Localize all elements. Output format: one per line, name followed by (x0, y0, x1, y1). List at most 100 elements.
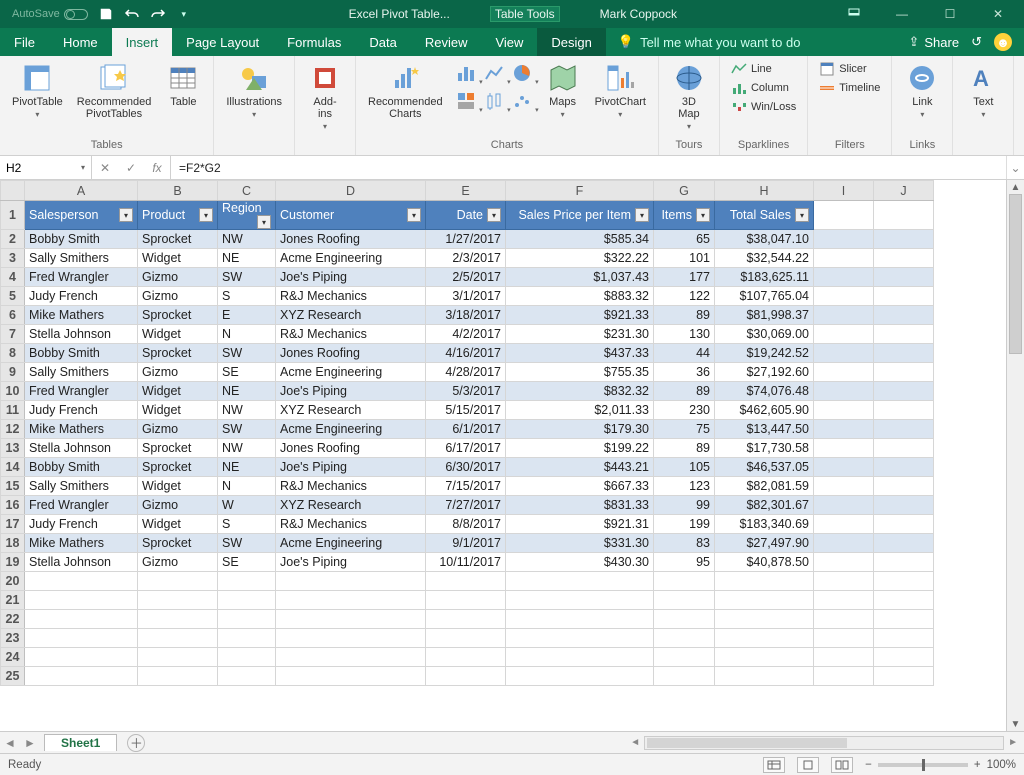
empty-cell[interactable] (276, 629, 426, 648)
column-header[interactable]: E (426, 181, 506, 201)
filter-dropdown-icon[interactable]: ▾ (257, 215, 271, 229)
empty-cell[interactable] (654, 610, 715, 629)
maps-button[interactable]: Maps▾ (541, 60, 585, 121)
empty-cell[interactable] (814, 610, 874, 629)
data-cell[interactable]: Joe's Piping (276, 382, 426, 401)
table-button[interactable]: Table (161, 60, 205, 110)
pie-chart-icon[interactable]: ▾ (509, 60, 535, 86)
data-cell[interactable]: Sprocket (138, 458, 218, 477)
data-cell[interactable]: 5/3/2017 (426, 382, 506, 401)
empty-cell[interactable] (426, 648, 506, 667)
data-cell[interactable]: NW (218, 439, 276, 458)
empty-cell[interactable] (218, 629, 276, 648)
data-cell[interactable]: R&J Mechanics (276, 287, 426, 306)
data-cell[interactable]: Sprocket (138, 534, 218, 553)
row-header[interactable]: 7 (1, 325, 25, 344)
vertical-scrollbar[interactable]: ▲▼ (1006, 180, 1024, 731)
data-cell[interactable]: Sprocket (138, 344, 218, 363)
tab-data[interactable]: Data (355, 28, 410, 56)
data-cell[interactable]: $832.32 (506, 382, 654, 401)
empty-cell[interactable] (874, 591, 934, 610)
empty-cell[interactable] (654, 629, 715, 648)
share-button[interactable]: ⇪Share (908, 34, 959, 50)
3d-map-button[interactable]: 3D Map▾ (667, 60, 711, 133)
text-button[interactable]: A Text▾ (961, 60, 1005, 121)
empty-cell[interactable] (218, 667, 276, 686)
tab-design[interactable]: Design (537, 28, 605, 56)
data-cell[interactable]: Fred Wrangler (25, 268, 138, 287)
data-cell[interactable]: $430.30 (506, 553, 654, 572)
data-cell[interactable]: $199.22 (506, 439, 654, 458)
tab-home[interactable]: Home (49, 28, 112, 56)
data-cell[interactable]: 3/18/2017 (426, 306, 506, 325)
sheet-nav-prev-icon[interactable]: ◄ (0, 736, 20, 750)
data-cell[interactable]: NW (218, 401, 276, 420)
data-cell[interactable]: Gizmo (138, 553, 218, 572)
empty-cell[interactable] (654, 591, 715, 610)
expand-formula-bar-icon[interactable]: ⌄ (1006, 156, 1024, 179)
data-cell[interactable]: $462,605.90 (715, 401, 814, 420)
data-cell[interactable]: $585.34 (506, 230, 654, 249)
data-cell[interactable]: 8/8/2017 (426, 515, 506, 534)
empty-cell[interactable] (715, 572, 814, 591)
data-cell[interactable]: Acme Engineering (276, 420, 426, 439)
data-cell[interactable]: $81,998.37 (715, 306, 814, 325)
empty-cell[interactable] (276, 648, 426, 667)
link-button[interactable]: Link▾ (900, 60, 944, 121)
empty-cell[interactable] (25, 667, 138, 686)
enter-formula-icon[interactable]: ✓ (118, 161, 144, 175)
data-cell[interactable]: 122 (654, 287, 715, 306)
zoom-level[interactable]: 100% (987, 759, 1016, 771)
ribbon-options-icon[interactable] (834, 0, 874, 28)
data-cell[interactable]: Gizmo (138, 268, 218, 287)
new-sheet-button[interactable]: ＋ (127, 734, 145, 752)
pivottable-button[interactable]: PivotTable▾ (8, 60, 67, 121)
data-cell[interactable]: R&J Mechanics (276, 477, 426, 496)
line-chart-icon[interactable]: ▾ (481, 60, 507, 86)
empty-cell[interactable] (814, 629, 874, 648)
data-cell[interactable]: XYZ Research (276, 496, 426, 515)
data-cell[interactable]: 105 (654, 458, 715, 477)
data-cell[interactable]: Sally Smithers (25, 249, 138, 268)
tab-review[interactable]: Review (411, 28, 482, 56)
row-header[interactable]: 4 (1, 268, 25, 287)
sheet-tab[interactable]: Sheet1 (44, 734, 117, 751)
close-icon[interactable]: ✕ (978, 0, 1018, 28)
data-cell[interactable]: 230 (654, 401, 715, 420)
row-header[interactable]: 8 (1, 344, 25, 363)
empty-cell[interactable] (426, 572, 506, 591)
formula-input[interactable]: =F2*G2 (171, 156, 1006, 179)
empty-cell[interactable] (814, 648, 874, 667)
column-header[interactable]: B (138, 181, 218, 201)
empty-cell[interactable] (25, 648, 138, 667)
page-layout-view-icon[interactable] (797, 757, 819, 773)
data-cell[interactable]: W (218, 496, 276, 515)
column-header[interactable]: I (814, 181, 874, 201)
data-cell[interactable]: 1/27/2017 (426, 230, 506, 249)
row-header[interactable]: 18 (1, 534, 25, 553)
slicer-button[interactable]: Slicer (816, 60, 883, 78)
column-header[interactable]: G (654, 181, 715, 201)
data-cell[interactable]: NE (218, 249, 276, 268)
data-cell[interactable]: $322.22 (506, 249, 654, 268)
empty-cell[interactable] (506, 610, 654, 629)
data-cell[interactable]: R&J Mechanics (276, 515, 426, 534)
data-cell[interactable]: 89 (654, 306, 715, 325)
empty-cell[interactable] (506, 591, 654, 610)
empty-cell[interactable] (506, 648, 654, 667)
empty-cell[interactable] (874, 629, 934, 648)
recommended-charts-button[interactable]: Recommended Charts (364, 60, 447, 122)
data-cell[interactable]: $443.21 (506, 458, 654, 477)
empty-cell[interactable] (426, 591, 506, 610)
horizontal-scrollbar[interactable] (644, 736, 1004, 750)
data-cell[interactable]: $437.33 (506, 344, 654, 363)
empty-cell[interactable] (715, 667, 814, 686)
row-header[interactable]: 19 (1, 553, 25, 572)
empty-cell[interactable] (654, 667, 715, 686)
data-cell[interactable]: N (218, 325, 276, 344)
data-cell[interactable]: 101 (654, 249, 715, 268)
data-cell[interactable]: 65 (654, 230, 715, 249)
feedback-icon[interactable]: ☻ (994, 33, 1012, 51)
tell-me-search[interactable]: 💡 Tell me what you want to do (618, 34, 801, 50)
empty-cell[interactable] (654, 648, 715, 667)
